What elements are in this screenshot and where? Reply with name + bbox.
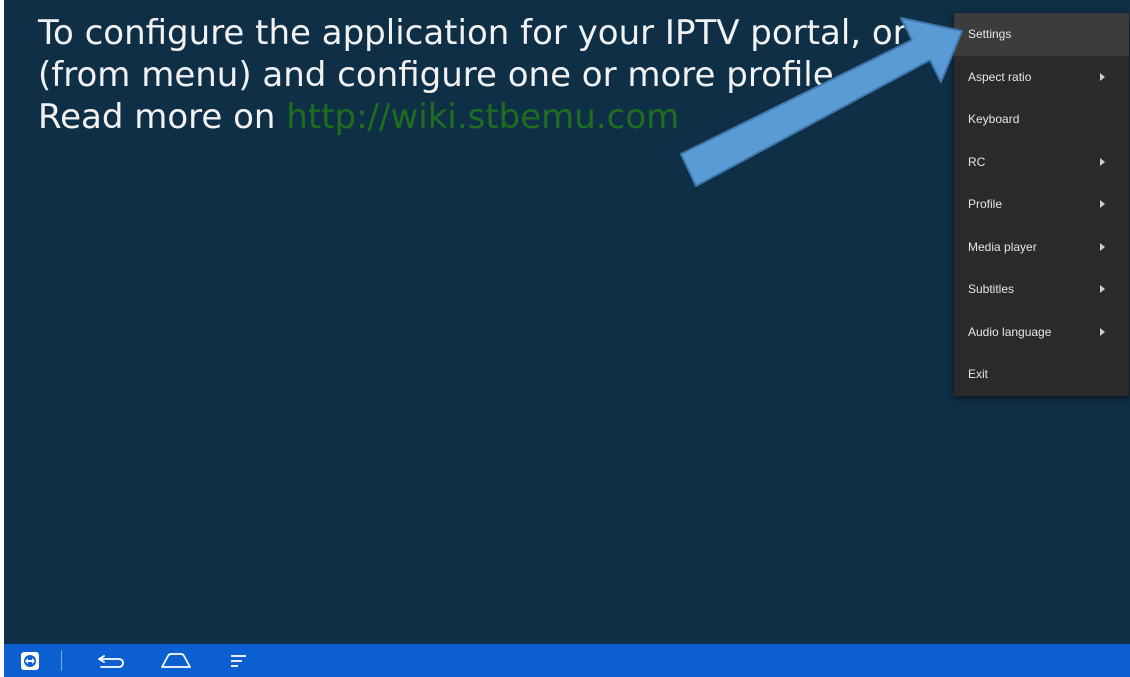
- nav-divider: [61, 650, 62, 671]
- home-icon[interactable]: [159, 652, 193, 670]
- recent-apps-icon[interactable]: [230, 653, 248, 669]
- teamviewer-icon[interactable]: [20, 651, 40, 671]
- android-navigation-bar: [4, 644, 1130, 677]
- annotation-arrow-icon: [680, 17, 963, 187]
- back-icon[interactable]: [96, 653, 126, 669]
